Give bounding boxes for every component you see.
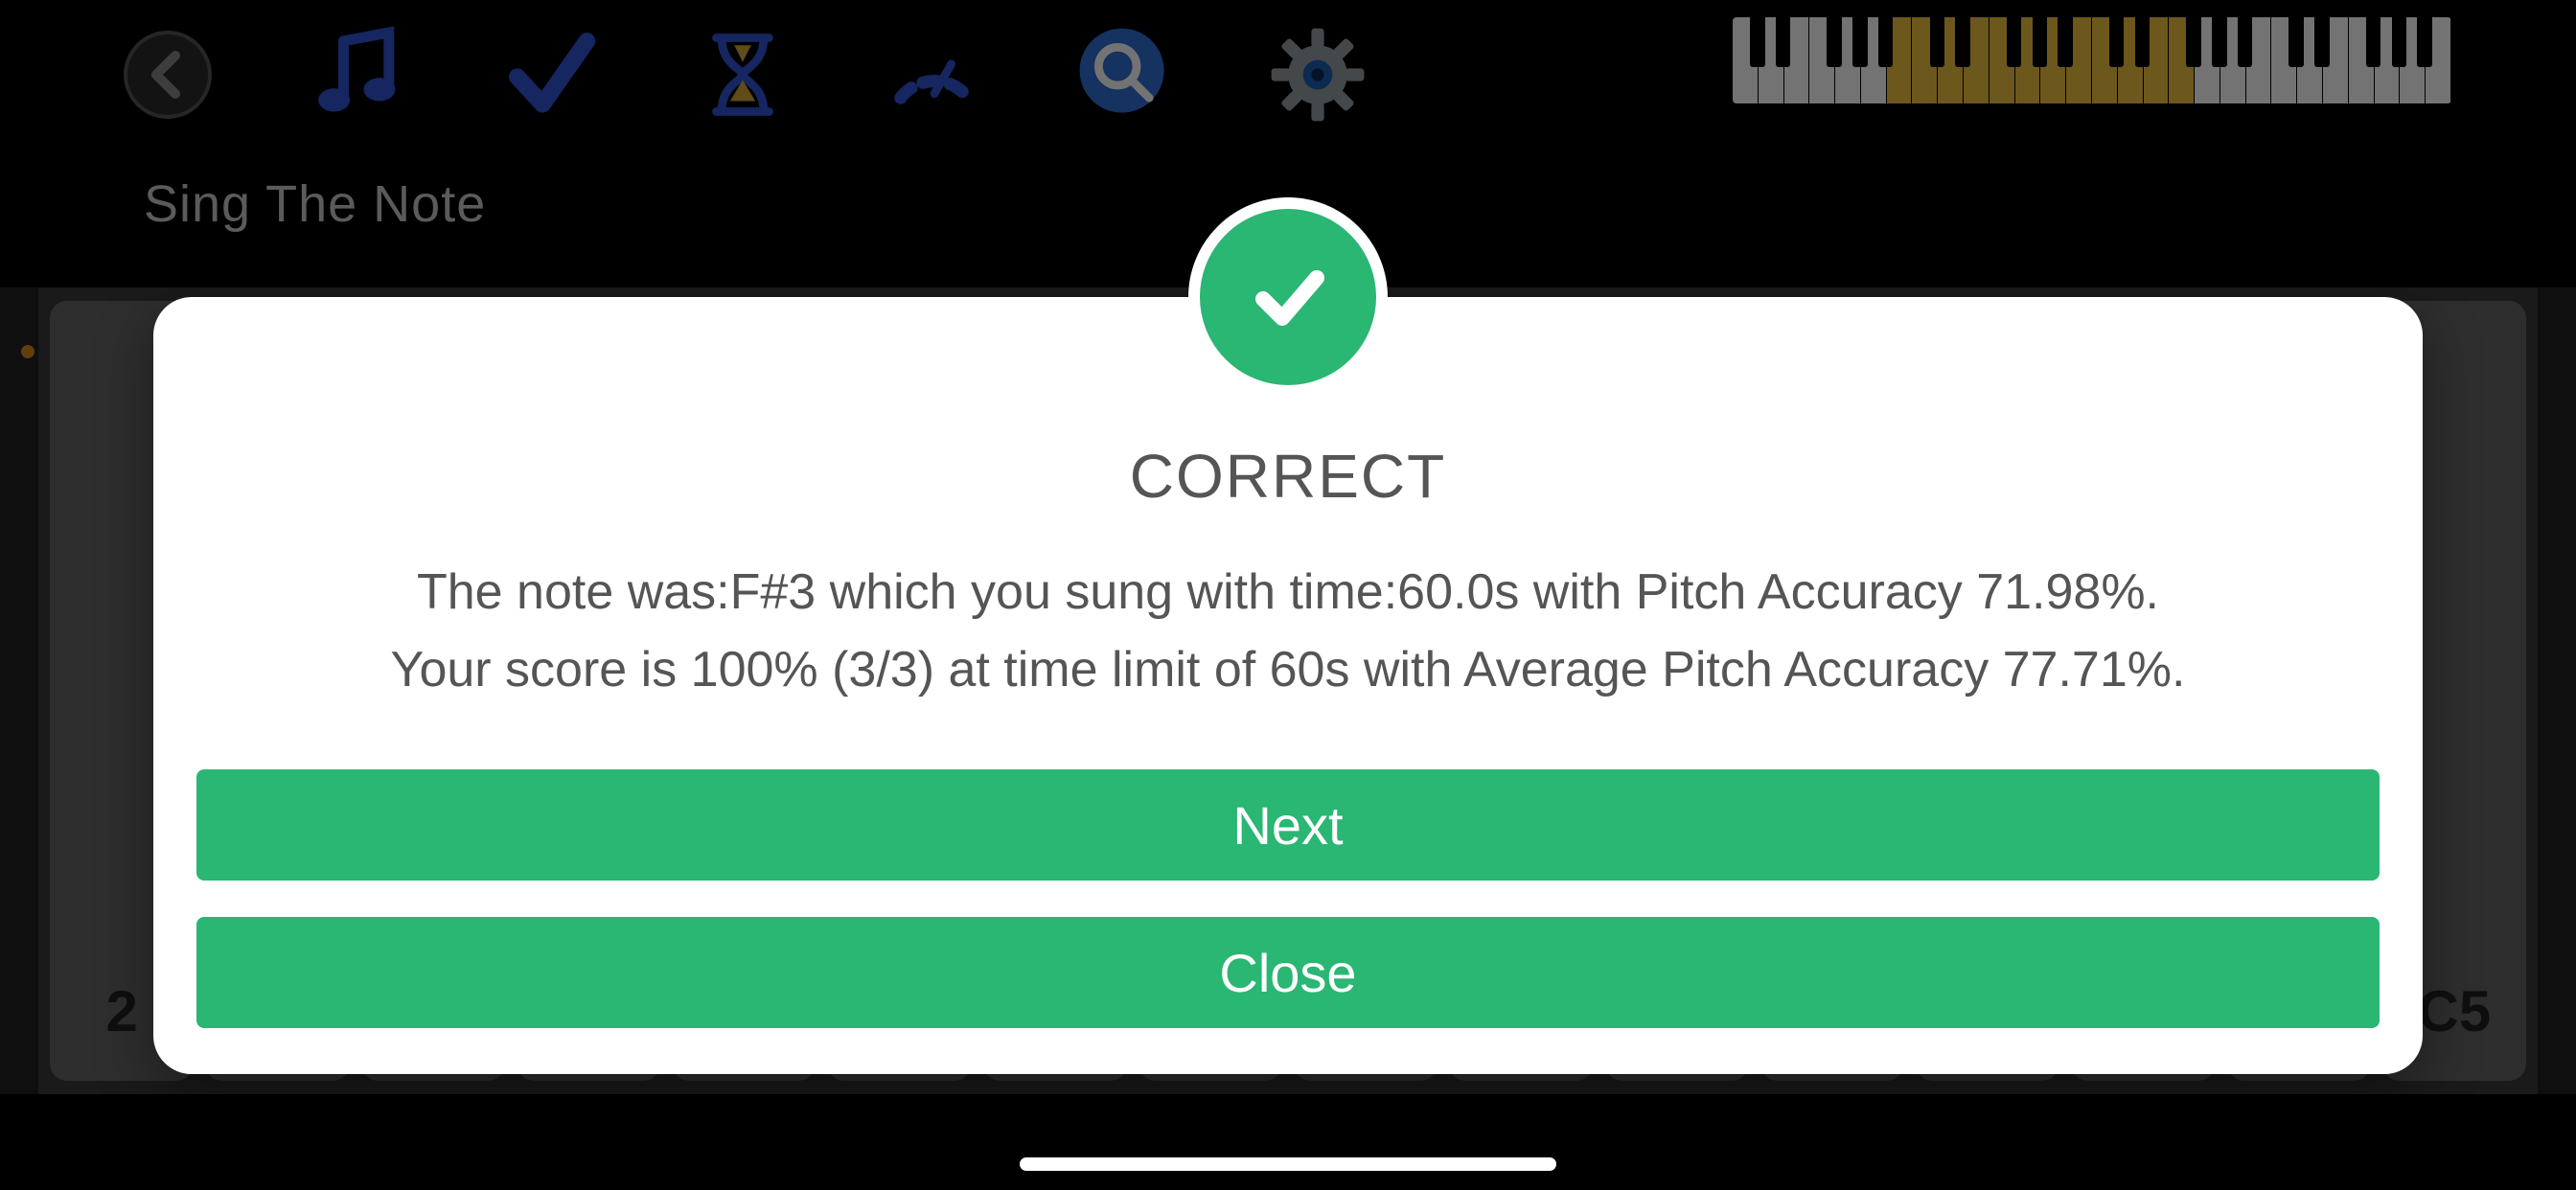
mini-black-key[interactable] [2366,17,2380,67]
mini-black-key[interactable] [2392,17,2406,67]
home-indicator [1020,1157,1556,1171]
mini-black-key[interactable] [1930,17,1944,67]
mini-black-key[interactable] [1827,17,1841,67]
mini-black-key[interactable] [2186,17,2200,67]
mini-black-key[interactable] [1955,17,1969,67]
mini-black-key[interactable] [1750,17,1764,67]
mini-black-key[interactable] [2417,17,2431,67]
close-button[interactable]: Close [196,917,2380,1028]
next-button[interactable]: Next [196,769,2380,881]
mini-black-key[interactable] [1852,17,1867,67]
checkmark-icon [1240,247,1336,348]
mini-black-key[interactable] [2135,17,2150,67]
modal-status-title: CORRECT [192,441,2384,512]
modal-line-1: The note was:F#3 which you sung with tim… [192,554,2384,631]
mini-black-key[interactable] [2314,17,2329,67]
modal-line-2: Your score is 100% (3/3) at time limit o… [192,631,2384,709]
modal-body-text: The note was:F#3 which you sung with tim… [192,554,2384,708]
mini-black-key[interactable] [2109,17,2124,67]
mini-black-key[interactable] [2238,17,2252,67]
mini-black-key[interactable] [1878,17,1893,67]
mini-black-key[interactable] [2288,17,2303,67]
mini-black-key[interactable] [1776,17,1790,67]
mini-black-key[interactable] [2033,17,2047,67]
mini-black-key[interactable] [2058,17,2072,67]
result-modal: CORRECT The note was:F#3 which you sung … [153,297,2423,1074]
success-badge [1188,197,1388,397]
mini-black-key[interactable] [2212,17,2226,67]
mini-black-key[interactable] [2007,17,2021,67]
